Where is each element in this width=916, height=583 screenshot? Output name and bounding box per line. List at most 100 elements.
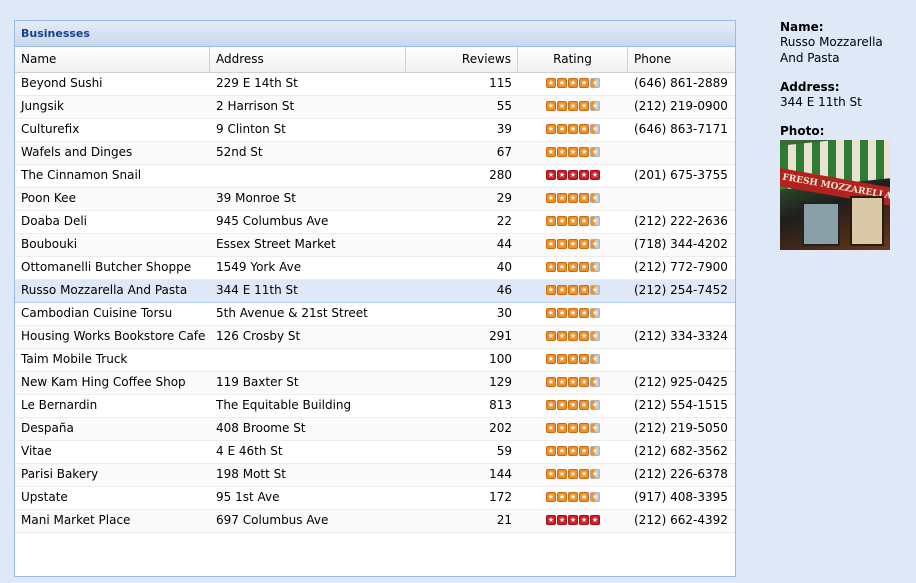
cell-address: 39 Monroe St <box>216 191 296 205</box>
cell-reviews: 172 <box>489 490 512 504</box>
cell-name: The Cinnamon Snail <box>21 168 142 182</box>
column-header-rating[interactable]: Rating <box>518 47 628 72</box>
star-icon: ★ <box>557 330 567 341</box>
grid-header: Name Address Reviews Rating Phone <box>15 47 735 73</box>
rating-stars: ★ ★ ★ ★ ★ <box>546 146 600 157</box>
star-icon: ★ <box>557 123 567 134</box>
star-icon: ★ <box>557 238 567 249</box>
star-icon: ★ <box>557 468 567 479</box>
cell-rating: ★ ★ ★ ★ ★ <box>518 188 628 210</box>
table-row[interactable]: Housing Works Bookstore Cafe 126 Crosby S… <box>15 326 735 349</box>
star-icon: ★ <box>546 284 556 295</box>
rating-stars: ★ ★ ★ ★ ★ <box>546 514 600 525</box>
star-icon: ★ <box>590 422 600 433</box>
rating-stars: ★ ★ ★ ★ ★ <box>546 422 600 433</box>
cell-address <box>210 349 406 371</box>
star-icon: ★ <box>579 514 589 525</box>
star-icon: ★ <box>590 169 600 180</box>
star-icon: ★ <box>579 307 589 318</box>
star-icon: ★ <box>546 468 556 479</box>
cell-rating: ★ ★ ★ ★ ★ <box>518 349 628 371</box>
star-icon: ★ <box>557 422 567 433</box>
column-header-reviews[interactable]: Reviews <box>406 47 518 72</box>
cell-address <box>210 165 406 187</box>
star-icon: ★ <box>568 261 578 272</box>
star-icon: ★ <box>546 330 556 341</box>
star-icon: ★ <box>579 77 589 88</box>
table-row[interactable]: Upstate 95 1st Ave 172 ★ ★ ★ ★ ★ (917) 408-3395 <box>15 487 735 510</box>
table-row[interactable]: New Kam Hing Coffee Shop 119 Baxter St 129… <box>15 372 735 395</box>
cell-address: 945 Columbus Ave <box>216 214 329 228</box>
star-icon: ★ <box>546 192 556 203</box>
table-row[interactable]: Beyond Sushi 229 E 14th St 115 ★ ★ ★ ★ ★ (646) 8… <box>15 73 735 96</box>
star-icon: ★ <box>557 491 567 502</box>
table-row[interactable]: Cambodian Cuisine Torsu 5th Avenue & 21st… <box>15 303 735 326</box>
rating-stars: ★ ★ ★ ★ ★ <box>546 330 600 341</box>
column-header-phone[interactable]: Phone <box>628 47 735 72</box>
star-icon: ★ <box>579 445 589 456</box>
star-icon: ★ <box>579 192 589 203</box>
star-icon: ★ <box>590 445 600 456</box>
cell-phone: (212) 254-7452 <box>634 283 728 297</box>
detail-photo-label: Photo: <box>780 124 825 138</box>
cell-reviews: 44 <box>496 237 512 251</box>
cell-name: Vitae <box>21 444 52 458</box>
rating-stars: ★ ★ ★ ★ ★ <box>546 215 600 226</box>
rating-stars: ★ ★ ★ ★ ★ <box>546 261 600 272</box>
star-icon: ★ <box>546 353 556 364</box>
rating-stars: ★ ★ ★ ★ ★ <box>546 307 600 318</box>
star-icon: ★ <box>568 330 578 341</box>
cell-reviews: 55 <box>496 99 512 113</box>
photo-window <box>802 202 840 246</box>
table-row[interactable]: Le Bernardin The Equitable Building 813 ★ ★ ★… <box>15 395 735 418</box>
star-icon: ★ <box>579 284 589 295</box>
cell-name: Taim Mobile Truck <box>21 352 128 366</box>
star-icon: ★ <box>568 514 578 525</box>
star-icon: ★ <box>568 146 578 157</box>
star-icon: ★ <box>579 123 589 134</box>
table-row[interactable]: Despaña 408 Broome St 202 ★ ★ ★ ★ ★ (212) 219-50… <box>15 418 735 441</box>
table-row[interactable]: Jungsik 2 Harrison St 55 ★ ★ ★ ★ ★ (212) 219-090… <box>15 96 735 119</box>
cell-phone: (212) 554-1515 <box>634 398 728 412</box>
cell-address: 4 E 46th St <box>216 444 283 458</box>
star-icon: ★ <box>579 100 589 111</box>
cell-rating: ★ ★ ★ ★ ★ <box>518 280 628 302</box>
star-icon: ★ <box>557 215 567 226</box>
table-row[interactable]: Parisi Bakery 198 Mott St 144 ★ ★ ★ ★ ★ (212) 22… <box>15 464 735 487</box>
cell-rating: ★ ★ ★ ★ ★ <box>518 142 628 164</box>
table-row[interactable]: Ottomanelli Butcher Shoppe 1549 York Ave 4… <box>15 257 735 280</box>
cell-address: 119 Baxter St <box>216 375 299 389</box>
table-row[interactable]: Wafels and Dinges 52nd St 67 ★ ★ ★ ★ ★ <box>15 142 735 165</box>
star-icon: ★ <box>590 330 600 341</box>
rating-stars: ★ ★ ★ ★ ★ <box>546 100 600 111</box>
cell-rating: ★ ★ ★ ★ ★ <box>518 510 628 532</box>
star-icon: ★ <box>557 399 567 410</box>
star-icon: ★ <box>557 353 567 364</box>
cell-name: Parisi Bakery <box>21 467 99 481</box>
table-row[interactable]: Boubouki Essex Street Market 44 ★ ★ ★ ★ ★ (718) … <box>15 234 735 257</box>
star-icon: ★ <box>546 514 556 525</box>
cell-phone: (201) 675-3755 <box>634 168 728 182</box>
table-row[interactable]: Poon Kee 39 Monroe St 29 ★ ★ ★ ★ ★ <box>15 188 735 211</box>
star-icon: ★ <box>590 238 600 249</box>
star-icon: ★ <box>557 376 567 387</box>
table-row[interactable]: Mani Market Place 697 Columbus Ave 21 ★ ★ ★ ★ ★… <box>15 510 735 533</box>
column-header-name[interactable]: Name <box>15 47 210 72</box>
cell-reviews: 115 <box>489 76 512 90</box>
cell-phone: (212) 219-0900 <box>634 99 728 113</box>
table-row[interactable]: Russo Mozzarella And Pasta 344 E 11th St 4… <box>15 280 735 303</box>
cell-rating: ★ ★ ★ ★ ★ <box>518 73 628 95</box>
star-icon: ★ <box>568 215 578 226</box>
table-row[interactable]: Vitae 4 E 46th St 59 ★ ★ ★ ★ ★ (212) 682-3562 <box>15 441 735 464</box>
detail-address-value: 344 E 11th St <box>780 95 862 109</box>
column-header-address[interactable]: Address <box>210 47 406 72</box>
table-row[interactable]: Doaba Deli 945 Columbus Ave 22 ★ ★ ★ ★ ★ (212) 2… <box>15 211 735 234</box>
table-row[interactable]: Culturefix 9 Clinton St 39 ★ ★ ★ ★ ★ (646) 863-7… <box>15 119 735 142</box>
cell-rating: ★ ★ ★ ★ ★ <box>518 326 628 348</box>
star-icon: ★ <box>590 491 600 502</box>
cell-address: 1549 York Ave <box>216 260 302 274</box>
rating-stars: ★ ★ ★ ★ ★ <box>546 192 600 203</box>
table-row[interactable]: Taim Mobile Truck 100 ★ ★ ★ ★ ★ <box>15 349 735 372</box>
table-row[interactable]: The Cinnamon Snail 280 ★ ★ ★ ★ ★ (201) 675-3755 <box>15 165 735 188</box>
cell-reviews: 291 <box>489 329 512 343</box>
